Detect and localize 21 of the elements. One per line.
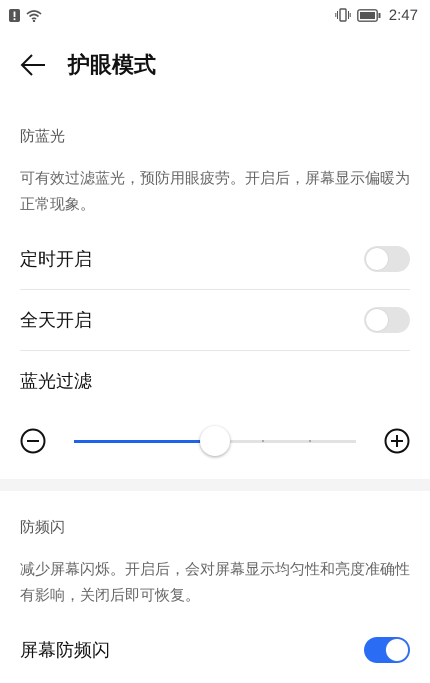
setting-label: 定时开启: [20, 248, 92, 271]
clock-time: 2:47: [388, 6, 418, 24]
section-title: 防蓝光: [20, 126, 66, 147]
vibrate-icon: [334, 8, 351, 22]
setting-label: 屏幕防频闪: [20, 639, 110, 662]
wifi-icon: [26, 8, 42, 22]
battery-icon: [356, 8, 381, 22]
toggle-switch[interactable]: [364, 637, 410, 663]
alert-icon: [9, 8, 20, 22]
setting-label: 全天开启: [20, 309, 92, 332]
toggle-switch[interactable]: [364, 246, 410, 272]
back-button[interactable]: [20, 54, 46, 76]
section-description: 可有效过滤蓝光，预防用眼疲劳。开启后，屏幕显示偏暖为正常现象。: [20, 168, 410, 215]
minus-circle-icon[interactable]: [20, 428, 46, 454]
page-title: 护眼模式: [68, 52, 156, 80]
plus-circle-icon[interactable]: [384, 428, 410, 454]
section-title: 防频闪: [20, 517, 66, 538]
setting-label: 蓝光过滤: [20, 370, 92, 393]
toggle-switch[interactable]: [364, 307, 410, 333]
slider-thumb[interactable]: [200, 426, 230, 456]
section-description: 减少屏幕闪烁。开启后，会对屏幕显示均匀性和亮度准确性有影响，关闭后即可恢复。: [20, 559, 410, 606]
